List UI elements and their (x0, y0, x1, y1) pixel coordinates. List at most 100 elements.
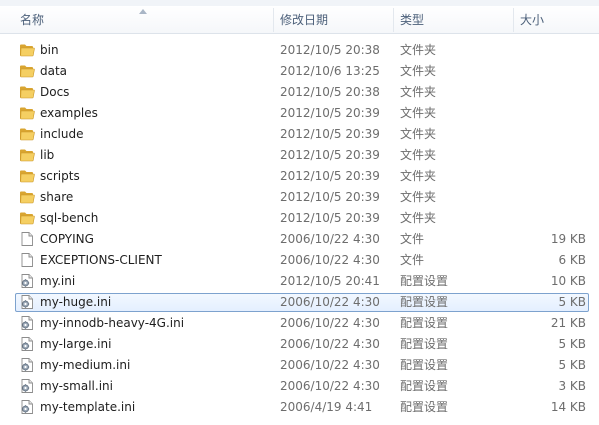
file-row[interactable]: sql-bench 2012/10/5 20:39 文件夹 (0, 208, 592, 229)
file-name: my-huge.ini (40, 295, 112, 309)
file-modified-date: 2012/10/5 20:39 (280, 211, 380, 225)
file-type: 文件夹 (400, 106, 437, 120)
file-name: include (40, 127, 84, 141)
file-size: 14 KB (550, 400, 586, 414)
file-name: EXCEPTIONS-CLIENT (40, 253, 162, 267)
file-row[interactable]: examples 2012/10/5 20:39 文件夹 (0, 103, 592, 124)
column-header-name-label: 名称 (20, 13, 45, 27)
file-type: 文件夹 (400, 64, 437, 78)
file-modified-date: 2012/10/5 20:39 (280, 190, 380, 204)
settings-file-icon (19, 399, 35, 415)
file-row[interactable]: lib 2012/10/5 20:39 文件夹 (0, 145, 592, 166)
folder-icon (19, 84, 35, 100)
file-type: 文件夹 (400, 190, 437, 204)
file-name: my-medium.ini (40, 358, 131, 372)
file-type: 配置设置 (400, 274, 449, 288)
file-modified-date: 2006/10/22 4:30 (280, 379, 380, 393)
folder-icon (19, 210, 35, 226)
file-modified-date: 2012/10/5 20:38 (280, 43, 380, 57)
settings-file-icon (19, 357, 35, 373)
file-size: 21 KB (550, 316, 586, 330)
file-name: COPYING (40, 232, 94, 246)
settings-file-icon (19, 378, 35, 394)
file-type: 配置设置 (400, 295, 449, 309)
settings-file-icon (19, 273, 35, 289)
file-type: 配置设置 (400, 379, 449, 393)
file-type: 文件夹 (400, 211, 437, 225)
file-modified-date: 2006/10/22 4:30 (280, 253, 380, 267)
file-name: share (40, 190, 74, 204)
file-modified-date: 2012/10/5 20:39 (280, 127, 380, 141)
settings-file-icon (19, 315, 35, 331)
column-header-date[interactable]: 修改日期 (274, 6, 392, 33)
column-header-size-label: 大小 (520, 13, 545, 27)
column-header-date-label: 修改日期 (280, 13, 329, 27)
column-header-type[interactable]: 类型 (394, 6, 512, 33)
folder-icon (19, 42, 35, 58)
folder-icon (19, 168, 35, 184)
column-header-size[interactable]: 大小 (514, 6, 594, 33)
file-name: my-template.ini (40, 400, 136, 414)
file-row[interactable]: scripts 2012/10/5 20:39 文件夹 (0, 166, 592, 187)
file-row[interactable]: my-medium.ini 2006/10/22 4:30 配置设置 5 KB (0, 355, 592, 376)
file-name: scripts (40, 169, 80, 183)
file-modified-date: 2006/10/22 4:30 (280, 358, 380, 372)
file-modified-date: 2006/10/22 4:30 (280, 337, 380, 351)
file-modified-date: 2006/10/22 4:30 (280, 316, 380, 330)
settings-file-icon (19, 336, 35, 352)
column-header-type-label: 类型 (400, 13, 425, 27)
column-header-name[interactable]: 名称 (14, 6, 272, 33)
file-modified-date: 2012/10/5 20:38 (280, 85, 380, 99)
file-type: 配置设置 (400, 337, 449, 351)
file-row[interactable]: my-huge.ini 2006/10/22 4:30 配置设置 5 KB (0, 292, 592, 313)
file-type: 文件 (400, 253, 425, 267)
file-type: 文件 (400, 232, 425, 246)
file-row[interactable]: my.ini 2012/10/5 20:41 配置设置 10 KB (0, 271, 592, 292)
file-row[interactable]: include 2012/10/5 20:39 文件夹 (0, 124, 592, 145)
file-size: 3 KB (558, 379, 586, 393)
file-name: Docs (40, 85, 70, 99)
folder-icon (19, 189, 35, 205)
file-row[interactable]: my-template.ini 2006/4/19 4:41 配置设置 14 KB (0, 397, 592, 418)
file-size: 10 KB (550, 274, 586, 288)
file-name: data (40, 64, 68, 78)
file-modified-date: 2006/10/22 4:30 (280, 295, 380, 309)
file-modified-date: 2012/10/5 20:41 (280, 274, 380, 288)
file-name: my-small.ini (40, 379, 113, 393)
file-modified-date: 2006/4/19 4:41 (280, 400, 373, 414)
file-name: examples (40, 106, 98, 120)
file-type: 配置设置 (400, 400, 449, 414)
file-modified-date: 2006/10/22 4:30 (280, 232, 380, 246)
file-size: 5 KB (558, 358, 586, 372)
file-size: 5 KB (558, 295, 586, 309)
file-row[interactable]: EXCEPTIONS-CLIENT 2006/10/22 4:30 文件 6 KB (0, 250, 592, 271)
file-size: 6 KB (558, 253, 586, 267)
column-header: 名称 修改日期 类型 大小 (0, 6, 599, 34)
file-name: my-large.ini (40, 337, 112, 351)
file-name: lib (40, 148, 55, 162)
file-modified-date: 2012/10/5 20:39 (280, 148, 380, 162)
file-row[interactable]: COPYING 2006/10/22 4:30 文件 19 KB (0, 229, 592, 250)
file-type: 文件夹 (400, 43, 437, 57)
file-row[interactable]: share 2012/10/5 20:39 文件夹 (0, 187, 592, 208)
file-type: 配置设置 (400, 358, 449, 372)
file-row[interactable]: my-small.ini 2006/10/22 4:30 配置设置 3 KB (0, 376, 592, 397)
file-row[interactable]: my-large.ini 2006/10/22 4:30 配置设置 5 KB (0, 334, 592, 355)
file-size: 5 KB (558, 337, 586, 351)
file-icon (19, 231, 35, 247)
file-row[interactable]: data 2012/10/6 13:25 文件夹 (0, 61, 592, 82)
file-name: my-innodb-heavy-4G.ini (40, 316, 185, 330)
file-row[interactable]: my-innodb-heavy-4G.ini 2006/10/22 4:30 配置设… (0, 313, 592, 334)
file-name: sql-bench (40, 211, 99, 225)
file-type: 文件夹 (400, 85, 437, 99)
file-type: 配置设置 (400, 316, 449, 330)
file-modified-date: 2012/10/5 20:39 (280, 106, 380, 120)
file-type: 文件夹 (400, 127, 437, 141)
file-row[interactable]: bin 2012/10/5 20:38 文件夹 (0, 40, 592, 61)
folder-icon (19, 147, 35, 163)
file-modified-date: 2012/10/6 13:25 (280, 64, 380, 78)
file-modified-date: 2012/10/5 20:39 (280, 169, 380, 183)
file-size: 19 KB (550, 232, 586, 246)
settings-file-icon (19, 294, 35, 310)
file-row[interactable]: Docs 2012/10/5 20:38 文件夹 (0, 82, 592, 103)
